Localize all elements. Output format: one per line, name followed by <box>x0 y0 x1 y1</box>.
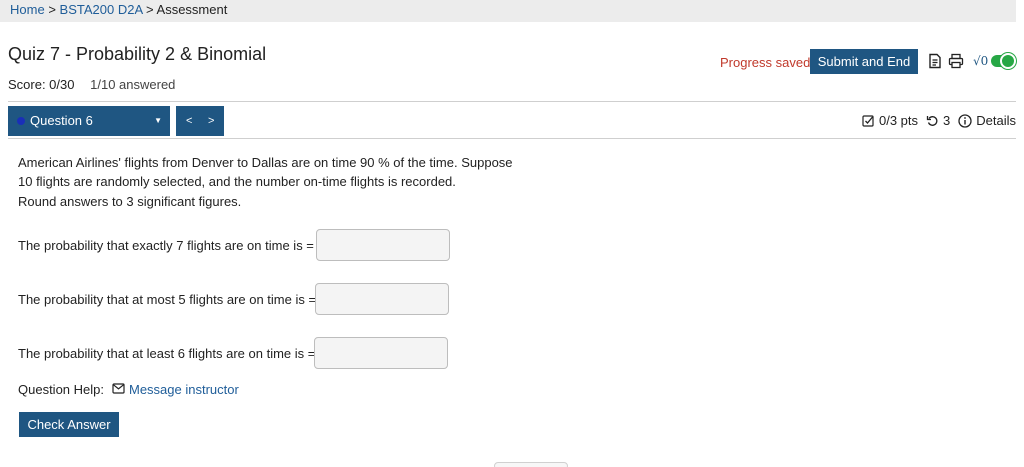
question-meta: 0/3 pts 3 Details <box>862 113 1016 128</box>
info-icon[interactable] <box>958 113 972 128</box>
attempts-text: 3 <box>943 113 951 128</box>
question-select[interactable]: Question 6 ▼ <box>8 106 170 136</box>
answer-input-3[interactable] <box>314 337 448 369</box>
score-text: Score: 0/30 <box>8 77 75 92</box>
progress-saved-status: Progress saved <box>720 55 811 70</box>
page-title: Quiz 7 - Probability 2 & Binomial <box>8 44 267 64</box>
divider <box>8 138 1016 139</box>
check-answer-button[interactable]: Check Answer <box>19 412 119 437</box>
score-line: Score: 0/30 1/10 answered <box>8 77 175 92</box>
answer-input-2[interactable] <box>315 283 449 315</box>
partial-button <box>494 462 568 467</box>
points-text: 0/3 pts <box>878 113 919 128</box>
question-nav-buttons: < > <box>176 106 224 136</box>
message-instructor-link[interactable]: Message instructor <box>112 382 239 397</box>
next-question-button[interactable]: > <box>208 106 214 136</box>
answer-label: The probability that at least 6 flights … <box>18 346 316 361</box>
breadcrumb-home-link[interactable]: Home <box>10 2 45 17</box>
question-text-line: American Airlines' flights from Denver t… <box>18 155 513 170</box>
answer-label: The probability that exactly 7 flights a… <box>18 238 314 253</box>
question-text-line: Round answers to 3 significant figures. <box>18 193 242 209</box>
breadcrumb-separator: > <box>146 2 154 17</box>
print-icon[interactable] <box>948 53 964 69</box>
envelope-icon <box>112 382 125 397</box>
question-text: American Airlines' flights from Denver t… <box>18 153 538 211</box>
answered-count: 1/10 answered <box>90 77 176 92</box>
toggle-switch[interactable] <box>991 53 1016 69</box>
breadcrumb-separator: > <box>48 2 56 17</box>
breadcrumb-current: Assessment <box>156 2 228 17</box>
status-dot-icon <box>17 117 25 125</box>
retry-icon <box>926 114 939 127</box>
question-help-label: Question Help: <box>18 382 104 397</box>
document-icon[interactable] <box>927 53 943 69</box>
sqrt-icon[interactable]: √0 <box>973 54 988 68</box>
question-text-line: 10 flights are randomly selected, and th… <box>18 174 456 190</box>
points-icon <box>862 114 875 127</box>
breadcrumb-course-link[interactable]: BSTA200 D2A <box>60 2 143 17</box>
question-help: Question Help: Message instructor <box>18 382 239 397</box>
question-select-label: Question 6 <box>30 113 93 128</box>
answer-input-1[interactable] <box>316 229 450 261</box>
answer-label: The probability that at most 5 flights a… <box>18 292 317 307</box>
message-instructor-label: Message instructor <box>129 382 239 397</box>
divider <box>8 101 1016 102</box>
prev-question-button[interactable]: < <box>186 106 192 136</box>
toggle-knob <box>1000 53 1016 69</box>
caret-down-icon: ▼ <box>154 116 162 125</box>
breadcrumb: Home > BSTA200 D2A > Assessment <box>0 0 1016 22</box>
submit-and-end-button[interactable]: Submit and End <box>810 49 918 74</box>
details-link[interactable]: Details <box>976 113 1016 128</box>
